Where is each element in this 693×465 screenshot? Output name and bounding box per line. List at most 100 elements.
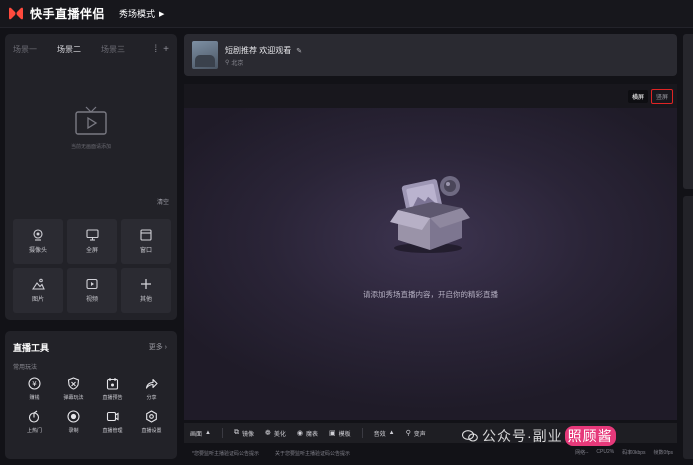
video-icon xyxy=(86,278,98,290)
empty-source-text: 当前无画面请添加 xyxy=(70,144,111,150)
source-grid: 摄像头 全屏 窗口 图片 视频 其他 xyxy=(13,219,171,313)
tab-scene-2[interactable]: 场景二 xyxy=(57,44,81,55)
preview-area: 横屏 竖屏 请添加秀场直播内容，开启你的精彩直播 xyxy=(184,84,677,420)
tools-title: 直播工具 xyxy=(13,343,50,353)
stream-info-card: 短剧推荐 欢迎观看 ✎ ⚲ 北京 xyxy=(184,34,677,76)
stat-fps: 帧数0fps xyxy=(653,450,673,456)
source-label: 窗口 xyxy=(139,248,152,254)
tool-record[interactable]: 录制 xyxy=(54,410,93,434)
scene-panel: 场景一 场景二 场景三 ⁞ + 当前无画面请添加 清空 摄像头 全屏 窗口 图片… xyxy=(5,34,177,320)
empty-preview-message: 请添加秀场直播内容，开启你的精彩直播 xyxy=(363,290,498,299)
toolbar-template[interactable]: ▣ 模板 xyxy=(329,429,351,438)
calendar-icon xyxy=(106,378,119,390)
beauty-icon: ❁ xyxy=(264,430,271,437)
source-label: 视频 xyxy=(85,297,98,303)
fire-icon xyxy=(28,410,40,423)
status-bar: *您要监听主播验证码公告提示 关于您要监听主播验证码公告提示 网络-- CPU2… xyxy=(184,446,677,460)
record-icon xyxy=(67,410,80,423)
right-side-panel xyxy=(683,34,693,189)
tools-more-link[interactable]: 更多 › xyxy=(149,342,167,352)
stream-cover-image[interactable] xyxy=(192,41,218,69)
source-camera[interactable]: 摄像头 xyxy=(13,219,63,264)
stream-location: 北京 xyxy=(231,61,244,67)
source-label: 其他 xyxy=(139,297,152,303)
vertical-button[interactable]: 竖屏 xyxy=(650,88,673,104)
horizontal-button[interactable]: 横屏 xyxy=(627,89,648,103)
shield-icon xyxy=(67,377,80,390)
edit-icon[interactable]: ✎ xyxy=(296,47,302,55)
caret-up-icon: ▲ xyxy=(388,430,395,436)
tool-share[interactable]: 分享 xyxy=(132,377,171,401)
toolbar-beauty[interactable]: ❁ 美化 xyxy=(265,429,286,438)
source-label: 摄像头 xyxy=(28,248,47,254)
toolbar-divider xyxy=(221,428,223,438)
stream-location-row[interactable]: ⚲ 北京 xyxy=(225,58,243,67)
svg-text:¥: ¥ xyxy=(32,380,37,388)
magic-icon: ◉ xyxy=(296,430,303,437)
tool-danmaku[interactable]: 弹幕玩法 xyxy=(54,377,93,401)
mirror-icon: ⧉ xyxy=(233,429,239,436)
scene-tabs: 场景一 场景二 场景三 ⁞ + xyxy=(5,34,177,64)
mode-selector[interactable]: 秀场模式 ▶ xyxy=(119,7,164,20)
tools-section-label: 常用玩法 xyxy=(13,365,38,371)
stream-title: 短剧推荐 欢迎观看 xyxy=(225,46,292,55)
app-logo: 快手直播伴侣 xyxy=(7,5,105,22)
share-icon xyxy=(145,378,158,389)
tv-icon xyxy=(74,106,108,136)
stream-stats: 网络-- CPU2% 码率0kbps 帧数0fps xyxy=(575,449,673,456)
stat-cpu: CPU2% xyxy=(596,449,615,455)
location-pin-icon: ⚲ xyxy=(225,60,230,66)
empty-box-illustration xyxy=(384,168,476,258)
stat-network: 网络-- xyxy=(575,450,589,456)
stream-title-row: 短剧推荐 欢迎观看 ✎ xyxy=(225,45,302,56)
toolbar-magic[interactable]: ◉ 魔表 xyxy=(297,429,318,438)
source-video[interactable]: 视频 xyxy=(67,268,117,313)
manage-icon xyxy=(106,411,119,422)
source-label: 全屏 xyxy=(85,248,98,254)
stat-bitrate: 码率0kbps xyxy=(622,450,646,456)
tool-settings[interactable]: 直播设置 xyxy=(132,410,171,434)
toolbar-picture[interactable]: 画面 ▲ xyxy=(190,429,211,438)
wechat-icon xyxy=(462,430,478,442)
empty-source-placeholder: 当前无画面请添加 xyxy=(5,106,177,150)
status-notice-2[interactable]: 关于您要监听主播验证码公告提示 xyxy=(275,450,350,457)
tab-scene-1[interactable]: 场景一 xyxy=(13,44,37,55)
toolbar-sound[interactable]: 音效 ▲ xyxy=(374,429,395,438)
monitor-icon xyxy=(85,229,99,241)
app-title: 快手直播伴侣 xyxy=(30,7,106,21)
caret-up-icon: ▲ xyxy=(205,430,211,436)
tool-earn[interactable]: ¥ 赚钱 xyxy=(15,377,54,401)
watermark: 公众号·副业 照顾酱 xyxy=(462,426,616,446)
camera-icon xyxy=(33,229,43,241)
window-icon xyxy=(140,229,152,241)
watermark-text: 公众号·副业 xyxy=(482,428,563,444)
more-vertical-icon[interactable]: ⁞ xyxy=(154,44,157,55)
tab-scene-3[interactable]: 场景三 xyxy=(101,44,125,55)
tool-manage[interactable]: 直播管理 xyxy=(93,410,132,434)
source-fullscreen[interactable]: 全屏 xyxy=(67,219,117,264)
add-scene-icon[interactable]: + xyxy=(163,44,169,55)
orientation-toggle: 横屏 竖屏 xyxy=(627,84,673,108)
top-bar: 快手直播伴侣 秀场模式 ▶ xyxy=(0,0,693,28)
caret-right-icon: ▶ xyxy=(159,10,165,18)
source-window[interactable]: 窗口 xyxy=(121,219,171,264)
right-side-panel-lower xyxy=(683,196,693,459)
source-image[interactable]: 图片 xyxy=(13,268,63,313)
settings-icon xyxy=(146,410,157,423)
mode-label: 秀场模式 xyxy=(119,9,156,19)
toolbar-mirror[interactable]: ⧉ 镜像 xyxy=(234,429,254,438)
source-other[interactable]: 其他 xyxy=(121,268,171,313)
source-label: 图片 xyxy=(31,297,44,303)
image-icon xyxy=(31,278,45,290)
toolbar-divider xyxy=(361,428,363,438)
preview-stage: 请添加秀场直播内容，开启你的精彩直播 xyxy=(184,108,677,420)
kuaishou-logo-icon xyxy=(7,7,25,21)
voice-icon: ⚲ xyxy=(405,430,411,437)
tool-preview[interactable]: 直播预告 xyxy=(93,377,132,401)
live-tools-panel: 直播工具 更多 › 常用玩法 ¥ 赚钱 弹幕玩法 直播预告 分享 上热门 录制 … xyxy=(5,331,177,459)
toolbar-voice[interactable]: ⚲ 变声 xyxy=(406,429,426,438)
tool-trending[interactable]: 上热门 xyxy=(15,410,54,434)
status-notice-1[interactable]: *您要监听主播验证码公告提示 xyxy=(192,450,259,457)
template-icon: ▣ xyxy=(329,430,336,437)
clear-button[interactable]: 清空 xyxy=(157,197,169,206)
